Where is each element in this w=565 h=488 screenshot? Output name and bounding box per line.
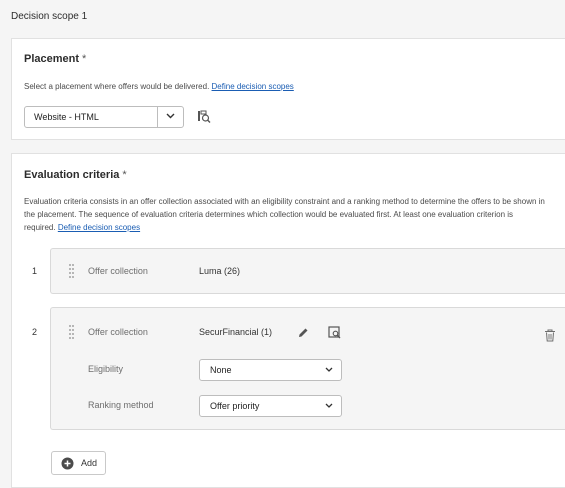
decision-scope-title: Decision scope 1 [11, 11, 88, 22]
evaluation-description: Evaluation criteria consists in an offer… [24, 195, 545, 234]
placement-picker-toggle[interactable] [157, 107, 183, 127]
placement-description-text: Select a placement where offers would be… [24, 82, 210, 91]
required-mark: * [122, 169, 127, 181]
drag-handle-icon[interactable] [69, 325, 74, 339]
criterion-number: 2 [32, 327, 38, 337]
placement-heading: Placement * [24, 53, 86, 65]
add-criterion-button[interactable]: Add [51, 451, 106, 475]
define-decision-scopes-link[interactable]: Define decision scopes [212, 82, 294, 91]
criterion-row: Offer collection SecurFinancial (1) Elig… [50, 307, 565, 430]
ranking-method-label: Ranking method [88, 400, 154, 410]
criterion-row: Offer collection Luma (26) [50, 248, 565, 294]
pencil-icon[interactable] [297, 327, 309, 339]
browse-collection-icon[interactable] [328, 326, 341, 339]
evaluation-description-line: the placement. The sequence of evaluatio… [24, 210, 514, 219]
evaluation-description-line-last: required. Define decision scopes [24, 221, 545, 234]
evaluation-description-line: Evaluation criteria consists in an offer… [24, 197, 545, 206]
offer-collection-value: SecurFinancial (1) [199, 327, 273, 337]
browse-collection-icon[interactable] [197, 110, 211, 123]
eligibility-label: Eligibility [88, 364, 124, 374]
evaluation-description-text: required. [24, 223, 56, 232]
chevron-down-icon [325, 403, 333, 408]
drag-handle-icon[interactable] [69, 264, 74, 278]
add-button-label: Add [81, 458, 98, 468]
ranking-method-dropdown[interactable]: Offer priority [199, 395, 342, 417]
evaluation-criteria-card: Evaluation criteria * Evaluation criteria… [11, 153, 565, 488]
eligibility-value: None [210, 365, 232, 375]
chevron-down-icon [325, 367, 333, 372]
placement-description: Select a placement where offers would be… [24, 80, 294, 93]
add-circle-icon [61, 457, 74, 470]
define-decision-scopes-link[interactable]: Define decision scopes [58, 223, 140, 232]
chevron-down-icon [166, 113, 175, 119]
evaluation-heading: Evaluation criteria * [24, 169, 127, 181]
eligibility-dropdown[interactable]: None [199, 359, 342, 381]
offer-collection-label: Offer collection [88, 266, 148, 276]
offer-collection-label: Offer collection [88, 327, 148, 337]
criterion-number: 1 [32, 266, 38, 276]
required-mark: * [82, 53, 87, 65]
ranking-method-value: Offer priority [210, 401, 260, 411]
placement-picker[interactable]: Website - HTML [24, 106, 184, 128]
placement-card: Placement * Select a placement where offe… [11, 38, 565, 140]
evaluation-title: Evaluation criteria [24, 169, 120, 181]
offer-collection-value: Luma (26) [199, 266, 241, 276]
trash-icon[interactable] [544, 329, 556, 342]
placement-picker-value: Website - HTML [34, 112, 99, 122]
placement-title: Placement [24, 53, 80, 65]
